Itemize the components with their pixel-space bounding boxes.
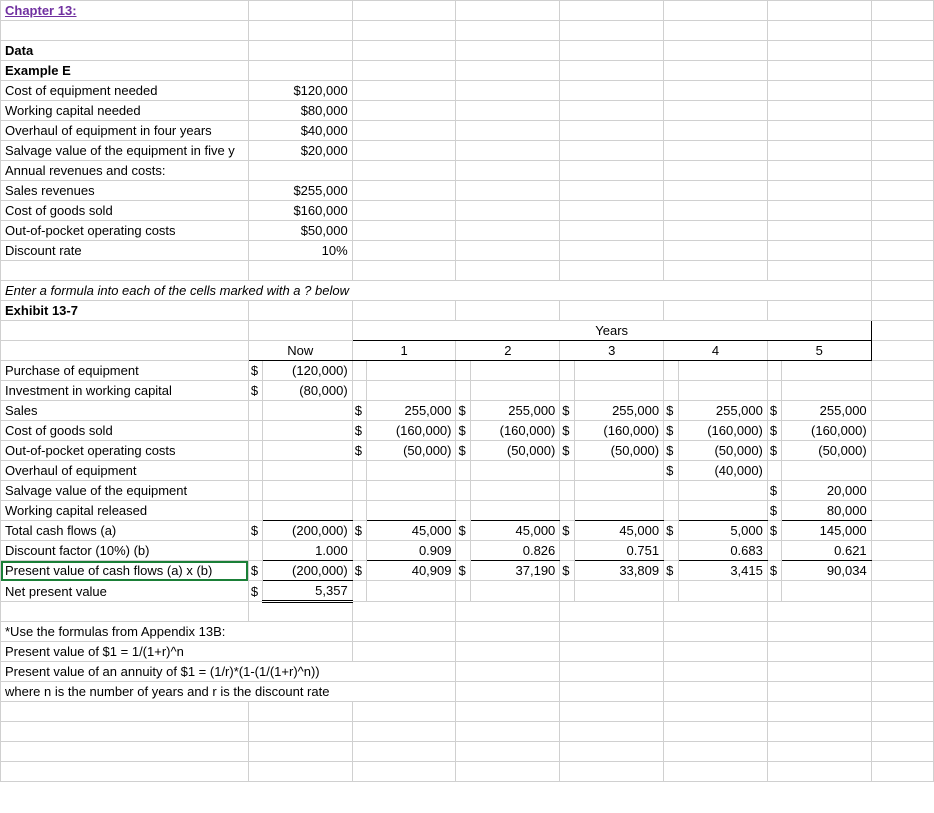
cell[interactable]: (160,000)	[678, 421, 767, 441]
exhibit-title: Exhibit 13-7	[1, 301, 249, 321]
col-now: Now	[248, 341, 352, 361]
value[interactable]: $80,000	[248, 101, 352, 121]
label: Salvage value of the equipment in five y	[1, 141, 249, 161]
row-label: Investment in working capital	[1, 381, 249, 401]
cell[interactable]: (50,000)	[574, 441, 663, 461]
cell[interactable]: 0.621	[782, 541, 871, 561]
cell[interactable]: 90,034	[782, 561, 871, 581]
cell[interactable]: (200,000)	[263, 561, 352, 581]
cell[interactable]: (160,000)	[367, 421, 456, 441]
row-label-selected[interactable]: Present value of cash flows (a) x (b)	[1, 561, 249, 581]
value[interactable]: $40,000	[248, 121, 352, 141]
row-label: Total cash flows (a)	[1, 521, 249, 541]
cell[interactable]: 45,000	[471, 521, 560, 541]
cell[interactable]: 3,415	[678, 561, 767, 581]
row-label: Purchase of equipment	[1, 361, 249, 381]
cell[interactable]: 255,000	[367, 401, 456, 421]
cell[interactable]: (200,000)	[263, 521, 352, 541]
cell[interactable]: (120,000)	[263, 361, 352, 381]
footnote: Present value of $1 = 1/(1+r)^n	[1, 642, 353, 662]
value[interactable]: $255,000	[248, 181, 352, 201]
cell[interactable]: 45,000	[574, 521, 663, 541]
label: Overhaul of equipment in four years	[1, 121, 249, 141]
years-header: Years	[352, 321, 871, 341]
cell[interactable]: (160,000)	[471, 421, 560, 441]
cell[interactable]: 45,000	[367, 521, 456, 541]
cell[interactable]: 145,000	[782, 521, 871, 541]
section-example: Example E	[1, 61, 249, 81]
section-data: Data	[1, 41, 249, 61]
cell[interactable]: 255,000	[574, 401, 663, 421]
value[interactable]: 10%	[248, 241, 352, 261]
cell[interactable]: 255,000	[471, 401, 560, 421]
cell[interactable]: 33,809	[574, 561, 663, 581]
cell[interactable]: (50,000)	[471, 441, 560, 461]
cell[interactable]: 20,000	[782, 481, 871, 501]
instruction: Enter a formula into each of the cells m…	[1, 281, 872, 301]
cell[interactable]: 0.751	[574, 541, 663, 561]
cell[interactable]: 1.000	[263, 541, 352, 561]
cell[interactable]: (50,000)	[367, 441, 456, 461]
row-label: Out-of-pocket operating costs	[1, 441, 249, 461]
cell[interactable]: 80,000	[782, 501, 871, 521]
footnote: *Use the formulas from Appendix 13B:	[1, 622, 353, 642]
col-y3: 3	[560, 341, 664, 361]
value[interactable]: $160,000	[248, 201, 352, 221]
cell[interactable]: (50,000)	[678, 441, 767, 461]
col-y2: 2	[456, 341, 560, 361]
cell[interactable]: (160,000)	[574, 421, 663, 441]
row-label: Cost of goods sold	[1, 421, 249, 441]
row-label: Sales	[1, 401, 249, 421]
cell[interactable]: (50,000)	[782, 441, 871, 461]
cell[interactable]: 0.826	[471, 541, 560, 561]
label: Discount rate	[1, 241, 249, 261]
row-label: Overhaul of equipment	[1, 461, 249, 481]
cell[interactable]: 255,000	[678, 401, 767, 421]
cell[interactable]: (80,000)	[263, 381, 352, 401]
footnote: Present value of an annuity of $1 = (1/r…	[1, 662, 456, 682]
cell[interactable]: 255,000	[782, 401, 871, 421]
cell[interactable]: 0.909	[367, 541, 456, 561]
col-y1: 1	[352, 341, 456, 361]
col-y5: 5	[767, 341, 871, 361]
spreadsheet-grid[interactable]: Chapter 13: Data Example E Cost of equip…	[0, 0, 934, 782]
chapter-title: Chapter 13:	[1, 1, 249, 21]
cell[interactable]: (40,000)	[678, 461, 767, 481]
row-label: Working capital released	[1, 501, 249, 521]
value[interactable]: $120,000	[248, 81, 352, 101]
row-label: Discount factor (10%) (b)	[1, 541, 249, 561]
cell[interactable]: 37,190	[471, 561, 560, 581]
cell-npv[interactable]: 5,357	[263, 581, 352, 602]
label: Cost of goods sold	[1, 201, 249, 221]
label: Annual revenues and costs:	[1, 161, 249, 181]
footnote: where n is the number of years and r is …	[1, 682, 456, 702]
col-y4: 4	[664, 341, 768, 361]
row-label: Net present value	[1, 581, 249, 602]
row-label: Salvage value of the equipment	[1, 481, 249, 501]
cell[interactable]: 40,909	[367, 561, 456, 581]
label: Sales revenues	[1, 181, 249, 201]
label: Working capital needed	[1, 101, 249, 121]
cell[interactable]: (160,000)	[782, 421, 871, 441]
label: Out-of-pocket operating costs	[1, 221, 249, 241]
cell[interactable]: 5,000	[678, 521, 767, 541]
value[interactable]: $50,000	[248, 221, 352, 241]
label: Cost of equipment needed	[1, 81, 249, 101]
value[interactable]: $20,000	[248, 141, 352, 161]
cell[interactable]: 0.683	[678, 541, 767, 561]
